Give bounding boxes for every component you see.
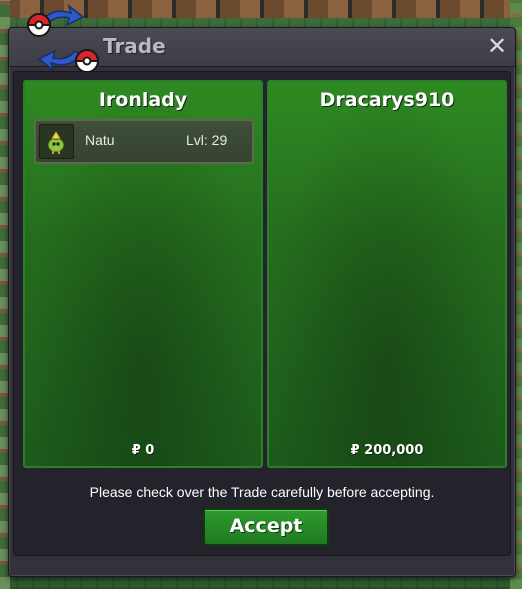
trader-panel-left: Ironlady Natu Lvl: 29 ₽ 0 [23,80,263,468]
money-offer-right: ₽ 200,000 [350,443,424,458]
trade-swap-pokeball-icon [26,3,100,73]
trade-content: Ironlady Natu Lvl: 29 ₽ 0 Dracarys910 ₽ … [13,71,511,556]
item-level: Lvl: 29 [186,132,228,148]
trader-name-left: Ironlady [98,89,188,111]
natu-sprite-icon [39,124,74,159]
trader-panel-right: Dracarys910 ₽ 200,000 [267,80,507,468]
accept-button[interactable]: Accept [203,508,329,546]
window-title: Trade [103,34,166,58]
trade-window: Trade ✕ Ironlady Natu Lvl: 29 ₽ 0 Dracar… [8,3,516,577]
item-name: Natu [85,132,115,148]
trader-name-right: Dracarys910 [319,89,455,111]
trade-item-slot[interactable]: Natu Lvl: 29 [34,119,254,164]
close-icon[interactable]: ✕ [485,34,509,58]
trade-notice: Please check over the Trade carefully be… [89,484,435,500]
money-offer-left: ₽ 0 [131,443,155,458]
